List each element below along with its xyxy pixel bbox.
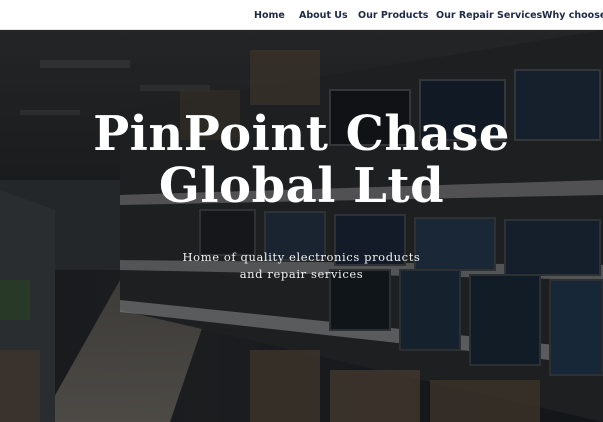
hero-title-line-1: PinPoint Chase (93, 106, 510, 162)
hero-title-line-2: Global Ltd (158, 158, 445, 214)
nav-item-our-products[interactable]: Our Products (358, 10, 428, 21)
hero-section: PinPoint Chase Global Ltd Home of qualit… (0, 30, 603, 422)
nav-item-about-us[interactable]: About Us (299, 10, 348, 21)
hero-dark-overlay (0, 30, 603, 422)
nav-item-home[interactable]: Home (254, 10, 285, 21)
hero-title: PinPoint Chase Global Ltd (0, 108, 603, 212)
hero-subtitle-line-1: Home of quality electronics products (182, 250, 421, 264)
nav-item-why-choose-us[interactable]: Why choose u (542, 10, 603, 21)
hero-subtitle: Home of quality electronics products and… (0, 249, 603, 283)
hero-subtitle-line-2: and repair services (239, 267, 364, 281)
top-navigation-bar: Home About Us Our Products Our Repair Se… (0, 0, 603, 30)
nav-item-our-repair-services[interactable]: Our Repair Services (436, 10, 542, 21)
